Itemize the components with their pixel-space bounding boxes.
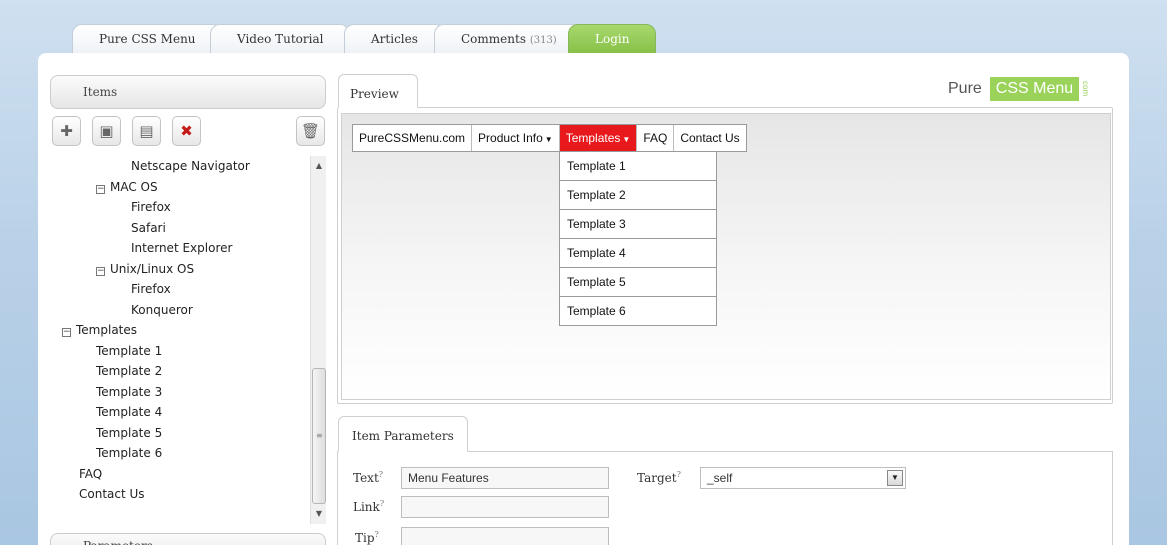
preview-canvas: [341, 113, 1111, 400]
tree-item-label: Templates: [76, 323, 138, 337]
help-icon[interactable]: ?: [379, 470, 383, 479]
text-field[interactable]: Menu Features: [401, 467, 609, 489]
tree-item[interactable]: Konqueror: [131, 300, 193, 320]
grip-icon: ≡: [316, 431, 323, 440]
scroll-up-icon[interactable]: ▲: [311, 158, 327, 174]
target-select[interactable]: _self ▼: [700, 467, 906, 489]
templates-dropdown: Template 1 Template 2 Template 3 Templat…: [559, 152, 717, 326]
target-label-text: Target: [637, 471, 677, 485]
target-label: Target?: [637, 470, 681, 485]
link-label: Link?: [353, 499, 384, 514]
tree-item[interactable]: Internet Explorer: [131, 238, 232, 258]
collapse-icon[interactable]: −: [96, 185, 105, 194]
items-toolbar: ✚ ▣ ▤ ✖ 🗑: [52, 116, 328, 148]
dropdown-item[interactable]: Template 1: [560, 152, 716, 180]
tab-login[interactable]: Login: [568, 24, 657, 54]
link-field[interactable]: [401, 496, 609, 518]
tab-comments-label: Comments: [461, 32, 526, 46]
tab-comments[interactable]: Comments (313): [434, 24, 584, 54]
tree-item[interactable]: Template 5: [96, 423, 162, 443]
menu-item-templates[interactable]: Templates ▼: [559, 125, 638, 151]
tree-item[interactable]: Firefox: [131, 279, 171, 299]
logo-css-menu-text: CSS Menu: [989, 77, 1080, 101]
tab-articles[interactable]: Articles: [344, 24, 445, 54]
collapse-icon[interactable]: −: [96, 267, 105, 276]
tree-item[interactable]: Firefox: [131, 197, 171, 217]
preview-menu-bar: PureCSSMenu.com Product Info ▼ Templates ▼…: [352, 124, 747, 152]
trash-icon: 🗑: [300, 122, 321, 140]
scroll-down-icon[interactable]: ▼: [311, 506, 327, 522]
add-subitem-icon: ▣: [99, 122, 114, 140]
menu-item-product-info[interactable]: Product Info ▼: [472, 125, 560, 151]
tree-item-label: MAC OS: [110, 180, 158, 194]
dropdown-item[interactable]: Template 3: [560, 209, 716, 238]
comments-count: (313): [529, 35, 557, 46]
add-item-button[interactable]: ✚: [52, 116, 81, 146]
tab-pure-css-menu[interactable]: Pure CSS Menu: [72, 24, 223, 54]
dropdown-item[interactable]: Template 6: [560, 296, 716, 325]
tip-field[interactable]: [401, 527, 609, 545]
tree-item[interactable]: FAQ: [79, 464, 102, 484]
tip-label: Tip?: [355, 530, 379, 545]
help-icon[interactable]: ?: [380, 499, 384, 508]
scrollbar-thumb[interactable]: ≡: [312, 368, 326, 504]
dropdown-item[interactable]: Template 4: [560, 238, 716, 267]
plus-icon: ✚: [60, 122, 73, 140]
tab-preview[interactable]: Preview: [338, 74, 418, 108]
tree-item[interactable]: Template 6: [96, 443, 162, 463]
menu-item-contact-us[interactable]: Contact Us: [674, 125, 745, 151]
add-subitem-button[interactable]: ▣: [92, 116, 121, 146]
add-after-icon: ▤: [139, 122, 154, 140]
items-panel-header[interactable]: Items: [50, 75, 326, 109]
dropdown-item[interactable]: Template 5: [560, 267, 716, 296]
tree-item[interactable]: − Unix/Linux OS: [96, 259, 194, 279]
menu-item-label: Templates: [565, 131, 621, 145]
tree-item[interactable]: Safari: [131, 218, 166, 238]
text-label: Text?: [353, 470, 383, 485]
delete-x-icon: ✖: [180, 122, 193, 140]
caret-down-icon: ▼: [544, 135, 553, 144]
trash-button[interactable]: 🗑: [296, 116, 325, 146]
tab-item-parameters[interactable]: Item Parameters: [338, 416, 468, 452]
tree-item[interactable]: Contact Us: [79, 484, 145, 504]
tree-item[interactable]: Template 4: [96, 402, 162, 422]
target-select-value: _self: [707, 471, 733, 485]
tree-item[interactable]: Template 1: [96, 341, 162, 361]
tab-video-tutorial[interactable]: Video Tutorial: [210, 24, 351, 54]
add-after-button[interactable]: ▤: [132, 116, 161, 146]
tree-item[interactable]: Template 3: [96, 382, 162, 402]
dropdown-item[interactable]: Template 2: [560, 180, 716, 209]
brand-logo[interactable]: Pure CSS Menu com: [948, 77, 1090, 101]
tree-item[interactable]: Netscape Navigator: [131, 156, 250, 176]
top-tab-bar: Pure CSS Menu Video Tutorial Articles Co…: [72, 24, 692, 54]
tree-item[interactable]: − Templates: [62, 320, 137, 340]
menu-item-label: Product Info: [478, 131, 543, 145]
delete-item-button[interactable]: ✖: [172, 116, 201, 146]
chevron-down-icon[interactable]: ▼: [887, 470, 903, 486]
menu-item-faq[interactable]: FAQ: [637, 125, 675, 151]
menu-item-purecssmenu[interactable]: PureCSSMenu.com: [353, 125, 473, 151]
tree-scrollbar[interactable]: ▲ ≡ ▼: [310, 156, 326, 524]
help-icon[interactable]: ?: [677, 470, 681, 479]
tip-label-text: Tip: [355, 531, 375, 545]
text-label-text: Text: [353, 471, 379, 485]
link-label-text: Link: [353, 500, 380, 514]
parameters-panel-header[interactable]: Parameters: [50, 533, 326, 545]
collapse-icon[interactable]: −: [62, 328, 71, 337]
tree-item-label: Unix/Linux OS: [110, 262, 195, 276]
caret-down-icon: ▼: [622, 135, 631, 144]
tree-item[interactable]: − MAC OS: [96, 177, 158, 197]
logo-com-text: com: [1081, 81, 1091, 97]
items-tree: Netscape Navigator − MAC OS Firefox Safar…: [54, 155, 328, 525]
tree-item[interactable]: Template 2: [96, 361, 162, 381]
logo-pure-text: Pure: [948, 80, 982, 97]
help-icon[interactable]: ?: [375, 530, 379, 539]
